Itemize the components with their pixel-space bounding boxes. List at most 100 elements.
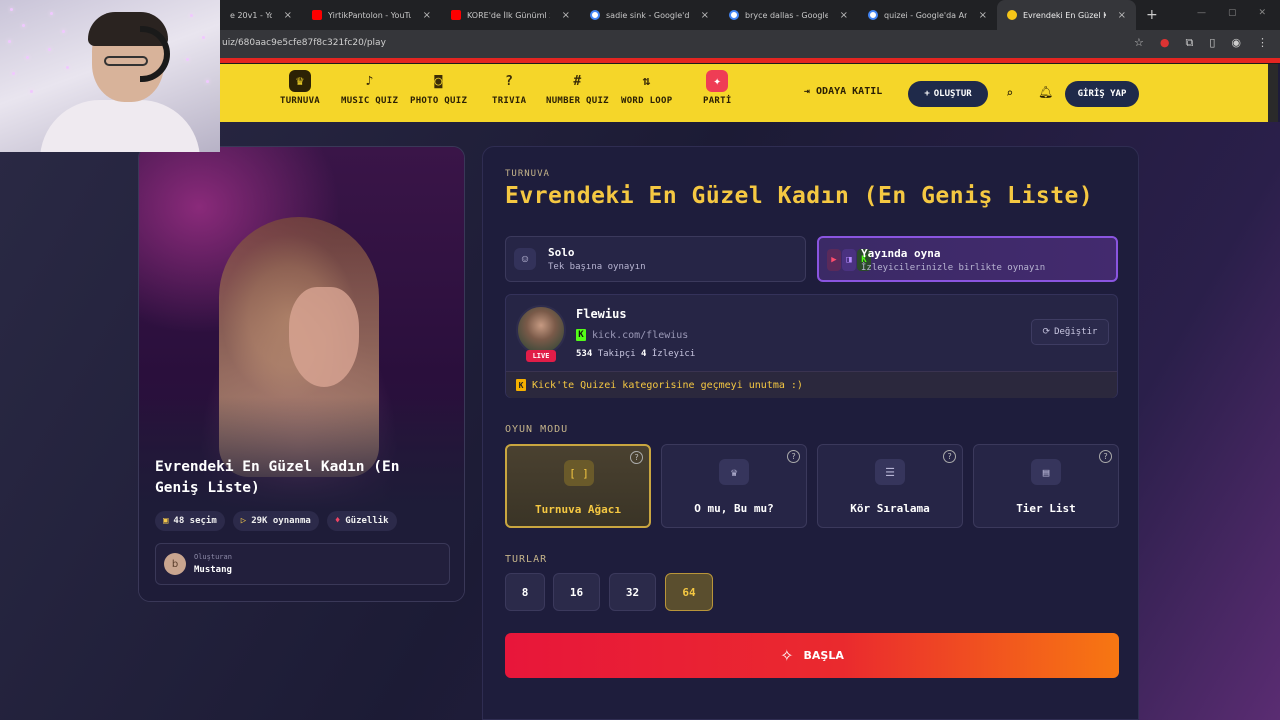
hash-icon: # — [573, 73, 582, 89]
browser-tab-3[interactable]: KORE'de İlk Günüml xx - Y × — [441, 0, 580, 30]
close-icon[interactable]: × — [1118, 10, 1126, 21]
tip-text: Kick'te Quizei kategorisine geçmeyi unut… — [532, 379, 803, 391]
minimize-icon[interactable]: — — [1197, 8, 1206, 18]
new-tab-button[interactable]: + — [1146, 7, 1158, 23]
music-icon: ♪ — [365, 73, 374, 89]
quiz-cover-image — [139, 147, 464, 601]
bracket-icon: [ ] — [564, 460, 594, 486]
browser-tab-active[interactable]: Evrendeki En Güzel Kadın × — [997, 0, 1136, 30]
panel-kicker: TURNUVA — [505, 169, 550, 179]
round-button-64[interactable]: 64 — [665, 573, 713, 611]
tab-title: e 20v1 - YouTub — [230, 10, 272, 20]
tab-title: YirtikPantolon - YouTube — [328, 10, 411, 20]
address-bar-icons: ☆ ● ⧉ ▯ ◉ ⋮ — [1134, 36, 1268, 50]
mode-blind-ranking[interactable]: ☰ ? Kör Sıralama — [817, 444, 963, 528]
stat-category[interactable]: ♦ Güzellik — [326, 511, 397, 531]
profile-icon[interactable]: ◉ — [1231, 36, 1241, 50]
close-icon[interactable]: × — [701, 10, 709, 21]
mode-label: Turnuva Ağacı — [534, 503, 622, 516]
nav-label: WORD LOOP — [621, 96, 673, 106]
browser-tab-1[interactable]: e 20v1 - YouTub × — [220, 0, 302, 30]
close-icon[interactable]: × — [284, 10, 292, 21]
round-button-16[interactable]: 16 — [553, 573, 600, 611]
help-icon[interactable]: ? — [943, 450, 956, 463]
creator-label: Oluşturan — [194, 553, 232, 561]
play-settings-panel: TURNUVA Evrendeki En Güzel Kadın (En Gen… — [482, 146, 1139, 720]
list-ordered-icon: ☰ — [875, 459, 905, 485]
mode-tier-list[interactable]: ▤ ? Tier List — [973, 444, 1119, 528]
youtube-icon — [312, 10, 322, 20]
quiz-card[interactable]: Evrendeki En Güzel Kadın (En Geniş Liste… — [138, 146, 465, 602]
avatar — [516, 305, 566, 355]
round-button-32[interactable]: 32 — [609, 573, 656, 611]
creator-name: Mustang — [194, 565, 232, 575]
nav-trivia[interactable]: ? TRIVIA — [492, 70, 526, 107]
nav-word-loop[interactable]: ⇅ WORD LOOP — [621, 70, 673, 107]
close-icon[interactable]: × — [423, 10, 431, 21]
mode-this-or-that[interactable]: ♛ ? O mu, Bu mu? — [661, 444, 807, 528]
browser-tab-5[interactable]: bryce dallas - Google'da A × — [719, 0, 858, 30]
extension-icon[interactable]: ● — [1160, 36, 1170, 50]
stat-plays: ▷ 29K oynanma — [232, 511, 319, 531]
nav-turnuva[interactable]: ♛ TURNUVA — [280, 70, 320, 106]
nav-number-quiz[interactable]: # NUMBER QUIZ — [546, 70, 609, 107]
mode-label: O mu, Bu mu? — [694, 502, 774, 515]
tab-title: KORE'de İlk Günüml xx - Y — [467, 10, 550, 20]
star-icon[interactable]: ☆ — [1134, 36, 1144, 50]
webcam-overlay — [0, 0, 220, 152]
create-label: OLUŞTUR — [933, 89, 972, 99]
browser-tab-6[interactable]: quizei - Google'da Ara × — [858, 0, 997, 30]
maximize-icon[interactable]: ▢ — [1228, 8, 1237, 18]
create-button[interactable]: + OLUŞTUR — [908, 81, 988, 107]
play-icon: ▷ — [240, 516, 247, 526]
google-icon — [868, 10, 878, 20]
category-icon: ♦ — [334, 516, 341, 526]
nav-parti[interactable]: ✦ PARTİ — [703, 70, 732, 106]
menu-icon[interactable]: ⋮ — [1257, 36, 1268, 50]
loop-icon: ⇅ — [642, 73, 651, 89]
close-icon[interactable]: × — [979, 10, 987, 21]
start-button[interactable]: ✧ BAŞLA — [505, 633, 1119, 678]
creator-box[interactable]: b Oluşturan Mustang — [155, 543, 450, 585]
start-label: BAŞLA — [803, 649, 844, 662]
nav-photo-quiz[interactable]: ◙ PHOTO QUIZ — [410, 70, 467, 107]
trophy-icon: ♛ — [289, 70, 312, 92]
login-button[interactable]: GİRİŞ YAP — [1065, 81, 1139, 107]
join-room-link[interactable]: ⇥ ODAYA KATIL — [804, 86, 882, 97]
change-button[interactable]: ⟳ Değiştir — [1031, 319, 1109, 345]
stat-value: 48 seçim — [173, 516, 217, 526]
nav-music-quiz[interactable]: ♪ MUSIC QUIZ — [341, 70, 399, 107]
puzzle-icon[interactable]: ⧉ — [1185, 36, 1193, 50]
bell-icon[interactable]: 🔔︎ — [1038, 85, 1053, 99]
solo-option[interactable]: ☺ Solo Tek başına oynayın — [505, 236, 806, 282]
close-icon[interactable]: × — [840, 10, 848, 21]
close-icon[interactable]: × — [562, 10, 570, 21]
youtube-icon: ▶ — [827, 249, 841, 271]
window-controls: — ▢ ✕ — [1197, 8, 1266, 18]
nav-label: MUSIC QUIZ — [341, 96, 399, 106]
search-icon[interactable]: ⌕ — [1006, 86, 1013, 100]
url-field[interactable]: uiz/680aac9e5cfe87f8c321fc20/play — [222, 38, 386, 48]
site-navbar: ♛ TURNUVA ♪ MUSIC QUIZ ◙ PHOTO QUIZ ? TR… — [220, 64, 1278, 122]
stream-option[interactable]: ▶ ◨ K Yayında oyna İzleyicilerinizle bir… — [817, 236, 1118, 282]
quiz-card-title: Evrendeki En Güzel Kadın (En Geniş Liste… — [155, 459, 400, 496]
stat-value: Güzellik — [345, 516, 389, 526]
help-icon[interactable]: ? — [1099, 450, 1112, 463]
quizei-icon — [1007, 10, 1017, 20]
login-arrow-icon: ⇥ — [804, 86, 811, 97]
help-icon[interactable]: ? — [630, 451, 643, 464]
mode-tournament-bracket[interactable]: [ ] ? Turnuva Ağacı — [505, 444, 651, 528]
close-window-icon[interactable]: ✕ — [1258, 8, 1266, 18]
kick-link[interactable]: K kick.com/flewius — [576, 329, 688, 341]
round-button-8[interactable]: 8 — [505, 573, 545, 611]
browser-tab-2[interactable]: YirtikPantolon - YouTube × — [302, 0, 441, 30]
stat-value: 29K oynanma — [251, 516, 311, 526]
sidebar-icon[interactable]: ▯ — [1209, 36, 1215, 50]
live-badge: LIVE — [526, 350, 556, 362]
browser-tab-4[interactable]: sadie sink - Google'da Ar × — [580, 0, 719, 30]
help-icon[interactable]: ? — [787, 450, 800, 463]
mode-label: Kör Sıralama — [850, 502, 930, 515]
cover-face — [289, 287, 359, 387]
party-icon: ✦ — [706, 70, 729, 92]
option-title: Yayında oyna — [861, 247, 941, 260]
